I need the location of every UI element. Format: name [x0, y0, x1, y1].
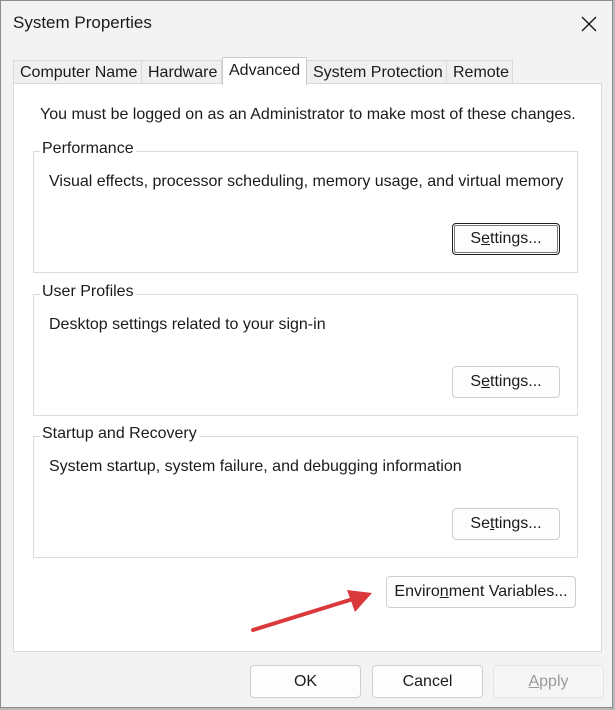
close-button[interactable] — [566, 1, 612, 47]
button-text: OK — [293, 672, 318, 690]
button-text: S — [470, 373, 482, 390]
tab-advanced[interactable]: Advanced — [222, 57, 307, 85]
startup-recovery-description: System startup, system failure, and debu… — [49, 458, 462, 475]
performance-description: Visual effects, processor scheduling, me… — [49, 173, 564, 190]
cancel-button[interactable]: Cancel — [372, 665, 483, 698]
button-text: pply — [539, 672, 569, 690]
administrator-notice: You must be logged on as an Administrato… — [40, 106, 576, 123]
advanced-tab-panel: You must be logged on as an Administrato… — [13, 83, 602, 652]
user-profiles-group-title: User Profiles — [40, 283, 136, 301]
accelerator-key: e — [481, 373, 490, 390]
ok-button[interactable]: OK — [250, 665, 361, 698]
button-text: Cancel — [402, 672, 453, 690]
button-text: Se — [470, 515, 490, 532]
user-profiles-group: User Profiles Desktop settings related t… — [33, 283, 578, 416]
apply-button[interactable]: Apply — [493, 665, 604, 698]
user-profiles-settings-button[interactable]: Se ttings... — [452, 366, 560, 398]
accelerator-key: n — [439, 583, 449, 600]
button-text: ttings... — [490, 230, 542, 247]
accelerator-key: A — [528, 672, 540, 690]
tab-system-protection[interactable]: System Protection — [306, 60, 447, 83]
tab-computer-name[interactable]: Computer Name — [13, 60, 142, 83]
startup-recovery-group-title: Startup and Recovery — [40, 425, 199, 443]
performance-group: Performance Visual effects, processor sc… — [33, 140, 578, 273]
accelerator-key: e — [481, 230, 490, 247]
button-text: tings... — [494, 515, 542, 532]
close-icon — [581, 16, 597, 32]
button-text: S — [470, 230, 482, 247]
button-text: ment Variables... — [448, 583, 568, 600]
user-profiles-description: Desktop settings related to your sign-in — [49, 316, 326, 333]
button-text: ttings... — [490, 373, 542, 390]
startup-recovery-settings-button[interactable]: Se t tings... — [452, 508, 560, 540]
tab-remote[interactable]: Remote — [446, 60, 513, 83]
tab-hardware[interactable]: Hardware — [141, 60, 222, 83]
system-properties-window: System Properties Computer Name Hardware… — [0, 0, 613, 708]
environment-variables-button[interactable]: Enviro n ment Variables... — [386, 576, 576, 608]
button-text: Enviro — [394, 583, 440, 600]
performance-settings-button[interactable]: Se ttings... — [452, 223, 560, 255]
title-bar: System Properties — [1, 1, 612, 47]
startup-recovery-group: Startup and Recovery System startup, sys… — [33, 425, 578, 558]
window-title: System Properties — [13, 13, 152, 32]
performance-group-title: Performance — [40, 140, 136, 158]
